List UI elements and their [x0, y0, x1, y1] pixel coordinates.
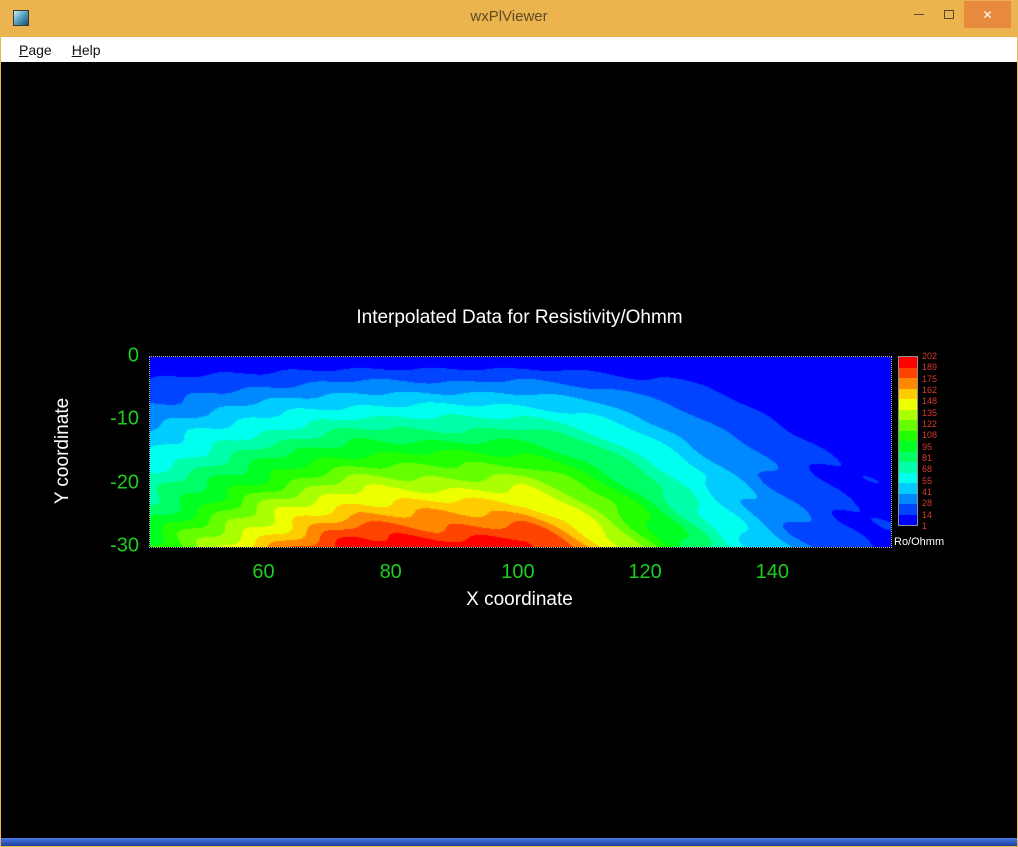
- menu-item-page[interactable]: Page: [9, 37, 62, 62]
- colorbar-tick-label: 175: [922, 373, 938, 384]
- x-tick-label: 60: [252, 561, 275, 583]
- menu-page-rest: age: [28, 41, 52, 58]
- desktop-strip: [1, 838, 1017, 846]
- colorbar-tick-label: 14: [922, 509, 933, 520]
- colorbar-segment: [899, 504, 917, 515]
- minimize-icon: [914, 14, 924, 15]
- menu-item-help[interactable]: Help: [62, 37, 111, 62]
- colorbar-segment: [899, 441, 917, 452]
- colorbar-tick-label: 202: [922, 351, 938, 361]
- x-tick-label: 140: [755, 561, 790, 583]
- x-tick-label: 100: [501, 561, 535, 583]
- colorbar-segment: [899, 472, 917, 483]
- colorbar-segment: [899, 430, 917, 441]
- close-icon: ✕: [982, 7, 993, 22]
- colorbar-tick-label: 122: [922, 419, 938, 429]
- colorbar-segment: [899, 420, 917, 431]
- menu-help-accel: H: [71, 41, 82, 58]
- y-tick-label: -10: [110, 407, 139, 430]
- colorbar-tick-label: 68: [922, 464, 933, 475]
- colorbar-segment: [899, 399, 917, 410]
- window-controls: ✕: [904, 1, 1011, 28]
- x-axis-label: X coordinate: [466, 589, 573, 610]
- x-tick-label: 80: [379, 561, 402, 583]
- y-tick-label: -30: [110, 534, 139, 557]
- y-tick-label: -20: [110, 471, 139, 494]
- x-tick-label: 120: [628, 561, 662, 583]
- colorbar-tick-label: 55: [922, 475, 933, 486]
- colorbar-tick-label: 135: [922, 407, 938, 418]
- colorbar: [898, 356, 918, 526]
- menu-page-accel: P: [19, 41, 29, 58]
- titlebar: wxPlViewer ✕: [1, 1, 1017, 37]
- colorbar-segment: [899, 409, 917, 420]
- minimize-button[interactable]: [904, 1, 934, 28]
- colorbar-segment: [899, 367, 917, 378]
- colorbar-segment: [899, 357, 917, 368]
- colorbar-tick-label: 81: [922, 453, 933, 463]
- colorbar-tick-label: 189: [922, 362, 938, 373]
- plot-title: Interpolated Data for Resistivity/Ohmm: [356, 307, 683, 328]
- y-tick-label: 0: [127, 344, 139, 367]
- colorbar-tick-label: 1: [922, 521, 928, 531]
- colorbar-title: Ro/Ohmm: [894, 536, 945, 548]
- plot-canvas: [149, 356, 892, 548]
- maximize-button[interactable]: [934, 1, 964, 28]
- colorbar-tick-label: 95: [922, 441, 933, 452]
- colorbar-tick-label: 28: [922, 498, 933, 509]
- menu-help-rest: elp: [81, 41, 101, 58]
- colorbar-segment: [899, 378, 917, 389]
- colorbar-segment: [899, 462, 917, 473]
- colorbar-segment: [899, 451, 917, 462]
- colorbar-segment: [899, 483, 917, 494]
- colorbar-tick-label: 108: [922, 430, 938, 441]
- close-button[interactable]: ✕: [964, 1, 1011, 28]
- colorbar-tick-label: 162: [922, 385, 938, 395]
- colorbar-segment: [899, 493, 917, 504]
- menubar: Page Help: [1, 37, 1017, 63]
- maximize-icon: [944, 10, 954, 19]
- window-title: wxPlViewer: [470, 8, 548, 25]
- app-window: wxPlViewer ✕ Page Help Interpolated Data…: [0, 0, 1018, 847]
- colorbar-segment: [899, 388, 917, 399]
- colorbar-segment: [899, 514, 917, 525]
- colorbar-tick-label: 41: [922, 487, 933, 497]
- colorbar-tick-label: 148: [922, 396, 938, 407]
